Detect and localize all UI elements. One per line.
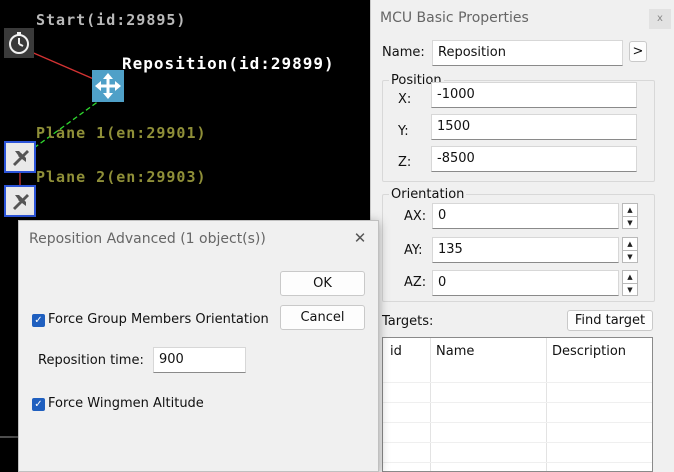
reposition-advanced-dialog: Reposition Advanced (1 object(s)) ✕ OK C…	[18, 220, 379, 472]
column-header-description[interactable]: Description	[552, 344, 626, 359]
x-label: X:	[398, 92, 412, 107]
az-label: AZ:	[404, 275, 427, 290]
name-label: Name:	[382, 45, 425, 60]
ax-label: AX:	[404, 209, 427, 224]
reposition-time-field[interactable]: 900	[153, 347, 246, 373]
table-row-divider	[383, 442, 652, 443]
dialog-title: Reposition Advanced (1 object(s))	[29, 231, 266, 247]
column-header-name[interactable]: Name	[436, 344, 474, 359]
reposition-node-icon[interactable]	[92, 70, 124, 102]
y-label: Y:	[398, 124, 409, 139]
orientation-group-title: Orientation	[389, 187, 467, 202]
targets-label: Targets:	[382, 314, 434, 329]
force-orientation-checkbox[interactable]: ✓	[32, 314, 45, 327]
ok-button[interactable]: OK	[280, 271, 365, 296]
table-row-divider	[383, 422, 652, 423]
reposition-time-label: Reposition time:	[38, 353, 144, 368]
panel-title: MCU Basic Properties	[380, 10, 529, 26]
force-orientation-label: Force Group Members Orientation	[48, 312, 269, 327]
spin-up-icon[interactable]: ▲	[623, 271, 637, 284]
plane2-node-label: Plane 2(en:29903)	[36, 168, 207, 186]
az-spinner[interactable]: ▲ ▼	[622, 270, 638, 296]
panel-close-button[interactable]: x	[649, 9, 671, 29]
force-altitude-checkbox[interactable]: ✓	[32, 398, 45, 411]
ay-field[interactable]: 135	[432, 237, 619, 263]
find-target-button[interactable]: Find target	[567, 310, 653, 331]
name-expand-button[interactable]: >	[629, 41, 647, 62]
reposition-node-label: Reposition(id:29899)	[122, 54, 335, 73]
column-divider	[430, 338, 431, 471]
start-node-label: Start(id:29895)	[36, 11, 187, 29]
az-field[interactable]: 0	[432, 270, 619, 296]
stopwatch-icon	[9, 32, 29, 54]
force-altitude-label: Force Wingmen Altitude	[48, 396, 204, 411]
ax-field[interactable]: 0	[432, 203, 619, 229]
table-row-divider	[383, 402, 652, 403]
table-row-divider	[383, 462, 652, 463]
spin-up-icon[interactable]: ▲	[623, 238, 637, 251]
plane-icon	[13, 150, 29, 166]
spin-down-icon[interactable]: ▼	[623, 251, 637, 263]
move-arrows-icon	[95, 73, 121, 99]
name-field[interactable]: Reposition	[432, 40, 623, 66]
targets-table[interactable]: id Name Description	[382, 337, 653, 472]
ay-label: AY:	[404, 243, 423, 258]
spin-down-icon[interactable]: ▼	[623, 217, 637, 229]
plane1-node-icon[interactable]	[4, 141, 36, 173]
y-field[interactable]: 1500	[431, 114, 637, 140]
spin-down-icon[interactable]: ▼	[623, 284, 637, 296]
plane-icon	[13, 194, 29, 210]
panel-titlebar: MCU Basic Properties x	[371, 0, 674, 36]
z-label: Z:	[398, 155, 412, 170]
cancel-button[interactable]: Cancel	[280, 305, 365, 330]
ax-spinner[interactable]: ▲ ▼	[622, 203, 638, 229]
ay-spinner[interactable]: ▲ ▼	[622, 237, 638, 263]
column-header-id[interactable]: id	[390, 344, 402, 359]
plane2-node-icon[interactable]	[4, 185, 36, 217]
table-row-divider	[383, 382, 652, 383]
timer-icon[interactable]	[4, 28, 34, 58]
plane1-node-label: Plane 1(en:29901)	[36, 124, 207, 142]
spin-up-icon[interactable]: ▲	[623, 204, 637, 217]
column-divider	[546, 338, 547, 471]
z-field[interactable]: -8500	[431, 146, 637, 172]
dialog-close-button[interactable]: ✕	[349, 227, 371, 249]
x-field[interactable]: -1000	[431, 82, 637, 108]
